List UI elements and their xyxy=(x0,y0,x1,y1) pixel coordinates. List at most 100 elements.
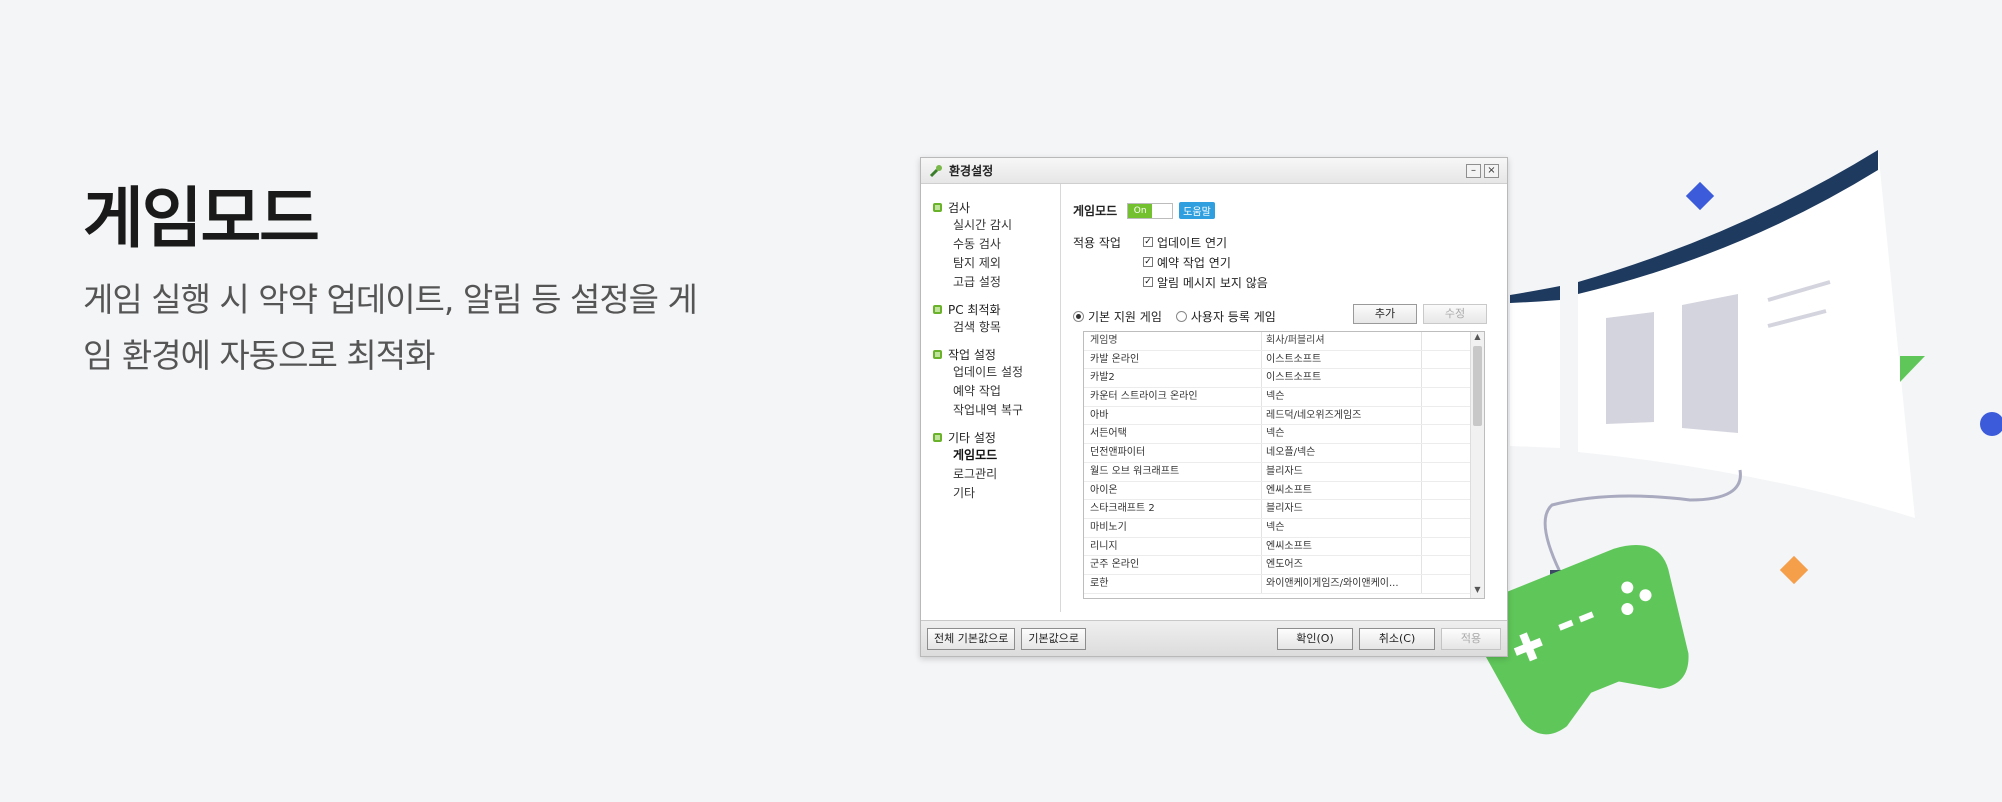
dialog-titlebar: 환경설정 – × xyxy=(921,158,1507,184)
table-row[interactable]: 카운터 스트라이크 온라인 넥슨 xyxy=(1084,388,1484,407)
nav-group-label: PC 최적화 xyxy=(948,302,1001,317)
orange-diamond-shape xyxy=(1779,555,1809,585)
game-name-cell: 서든어택 xyxy=(1084,425,1262,444)
nav-item-exclusion[interactable]: 탐지 제외 xyxy=(921,254,1060,273)
game-name-cell: 군주 온라인 xyxy=(1084,556,1262,574)
nav-item-restore-history[interactable]: 작업내역 복구 xyxy=(921,401,1060,420)
nav-item-manual-scan[interactable]: 수동 검사 xyxy=(921,235,1060,254)
game-list: 게임명 회사/퍼블리셔 카발 온라인 이스트소프트 카발2 이스트소프트 카운터 스트라… xyxy=(1083,331,1485,599)
nav-item-update-settings[interactable]: 업데이트 설정 xyxy=(921,363,1060,382)
apply-tasks-label: 적용 작업 xyxy=(1073,236,1121,250)
publisher-cell: 레드덕/네오위즈게임즈 xyxy=(1262,406,1422,425)
wrench-icon xyxy=(929,164,942,177)
table-row[interactable]: 카발 온라인 이스트소프트 xyxy=(1084,350,1484,370)
game-mode-label: 게임모드 xyxy=(1073,204,1118,218)
game-name-cell: 리니지 xyxy=(1084,537,1262,556)
edit-game-button[interactable]: 수정 xyxy=(1423,304,1487,324)
publisher-cell: 이스트소프트 xyxy=(1262,350,1422,369)
nav-group-header[interactable]: PC 최적화 xyxy=(921,300,1060,318)
check-label: 예약 작업 연기 xyxy=(1157,255,1231,270)
game-mode-toggle[interactable]: On xyxy=(1127,202,1174,219)
check-delay-update[interactable]: ✓ 업데이트 연기 xyxy=(1143,232,1268,252)
table-row[interactable]: 던전앤파이터 네오플/넥슨 xyxy=(1084,444,1484,463)
publisher-cell: 엔씨소프트 xyxy=(1262,481,1422,500)
nav-group-header[interactable]: 작업 설정 xyxy=(921,345,1060,363)
table-row[interactable]: 카발2 이스트소프트 xyxy=(1084,369,1484,389)
nav-group-tasks: 작업 설정 업데이트 설정 예약 작업 작업내역 복구 xyxy=(921,345,1060,420)
checkbox-checked-icon: ✓ xyxy=(1143,237,1153,247)
table-header-row: 게임명 회사/퍼블리셔 xyxy=(1084,332,1484,351)
column-header-publisher[interactable]: 회사/퍼블리셔 xyxy=(1262,332,1422,350)
nav-item-advanced[interactable]: 고급 설정 xyxy=(921,273,1060,292)
table-row[interactable]: 서든어택 넥슨 xyxy=(1084,425,1484,445)
add-game-button[interactable]: 추가 xyxy=(1353,304,1417,324)
nav-group-label: 기타 설정 xyxy=(948,430,996,445)
table-row[interactable]: 아바 레드덕/네오위즈게임즈 xyxy=(1084,406,1484,426)
scroll-down-icon[interactable]: ▼ xyxy=(1471,585,1484,598)
game-name-cell: 아바 xyxy=(1084,406,1262,425)
nav-bullet-icon xyxy=(933,304,942,314)
nav-group-label: 작업 설정 xyxy=(948,347,996,362)
scroll-up-icon[interactable]: ▲ xyxy=(1471,332,1484,345)
table-row[interactable]: 아이온 엔씨소프트 xyxy=(1084,481,1484,501)
nav-group-header[interactable]: 검사 xyxy=(921,198,1060,216)
curved-screen-illustration xyxy=(1510,150,1915,518)
cable-plug xyxy=(1550,570,1568,584)
settings-nav: 검사 실시간 감시 수동 검사 탐지 제외 고급 설정 PC 최적화 검색 항목… xyxy=(921,184,1061,612)
publisher-cell: 넥슨 xyxy=(1262,425,1422,444)
table-row[interactable]: 리니지 엔씨소프트 xyxy=(1084,537,1484,557)
publisher-cell: 와이앤케이게임즈/와이앤케이... xyxy=(1262,574,1422,593)
table-row[interactable]: 군주 온라인 엔도어즈 xyxy=(1084,556,1484,575)
publisher-cell: 엔도어즈 xyxy=(1262,556,1422,574)
publisher-cell: 넥슨 xyxy=(1262,518,1422,537)
apply-button[interactable]: 적용 xyxy=(1441,627,1501,650)
column-header-name[interactable]: 게임명 xyxy=(1084,332,1262,350)
blue-circle-shape xyxy=(1980,412,2002,436)
cancel-button[interactable]: 취소(C) xyxy=(1359,627,1435,650)
check-label: 알림 메시지 보지 않음 xyxy=(1157,275,1268,290)
help-button[interactable]: 도움말 xyxy=(1179,202,1215,219)
nav-group-pc-optimize: PC 최적화 검색 항목 xyxy=(921,300,1060,337)
radio-selected-icon xyxy=(1073,311,1084,322)
radio-user-games[interactable]: 사용자 등록 게임 xyxy=(1175,308,1276,325)
game-name-cell: 아이온 xyxy=(1084,481,1262,500)
nav-bullet-icon xyxy=(933,202,942,212)
dialog-footer: 전체 기본값으로 기본값으로 확인(O) 취소(C) 적용 xyxy=(921,620,1507,656)
game-mode-panel: 게임모드 On 도움말 적용 작업 ✓ 업데이트 연기 ✓ 예약 작업 연기 ✓ 알림… xyxy=(1073,184,1495,612)
radio-label: 사용자 등록 게임 xyxy=(1190,310,1276,324)
nav-item-scheduled-task[interactable]: 예약 작업 xyxy=(921,382,1060,401)
radio-unselected-icon xyxy=(1175,311,1187,322)
check-hide-alerts[interactable]: ✓ 알림 메시지 보지 않음 xyxy=(1143,272,1268,292)
cable-line xyxy=(1543,469,1742,573)
game-name-cell: 카발 온라인 xyxy=(1084,350,1262,369)
publisher-cell: 넥슨 xyxy=(1262,388,1422,406)
table-row[interactable]: 스타크래프트 2 블리자드 xyxy=(1084,500,1484,519)
table-row[interactable]: 마비노기 넥슨 xyxy=(1084,518,1484,538)
nav-item-search-items[interactable]: 검색 항목 xyxy=(921,318,1060,337)
publisher-cell: 블리자드 xyxy=(1262,500,1422,518)
nav-item-log[interactable]: 로그관리 xyxy=(921,465,1060,484)
ok-button[interactable]: 확인(O) xyxy=(1277,627,1353,650)
blue-diamond-shape xyxy=(1685,181,1715,211)
radio-label: 기본 지원 게임 xyxy=(1088,310,1162,324)
nav-bullet-icon xyxy=(933,432,942,442)
check-delay-scheduled[interactable]: ✓ 예약 작업 연기 xyxy=(1143,252,1268,272)
scroll-thumb[interactable] xyxy=(1473,346,1482,426)
reset-button[interactable]: 기본값으로 xyxy=(1021,627,1086,650)
nav-group-scan: 검사 실시간 감시 수동 검사 탐지 제외 고급 설정 xyxy=(921,198,1060,292)
table-row[interactable]: 월드 오브 워크래프트 블리자드 xyxy=(1084,462,1484,482)
publisher-cell: 네오플/넥슨 xyxy=(1262,444,1422,462)
nav-item-etc[interactable]: 기타 xyxy=(921,484,1060,503)
apply-tasks-checklist: ✓ 업데이트 연기 ✓ 예약 작업 연기 ✓ 알림 메시지 보지 않음 xyxy=(1143,232,1268,292)
green-triangle-shape xyxy=(1900,356,1925,382)
close-button[interactable]: × xyxy=(1484,163,1499,178)
nav-item-realtime[interactable]: 실시간 감시 xyxy=(921,216,1060,235)
nav-group-header[interactable]: 기타 설정 xyxy=(921,428,1060,446)
toggle-on-label: On xyxy=(1128,203,1153,218)
radio-default-games[interactable]: 기본 지원 게임 xyxy=(1073,308,1162,325)
nav-item-game-mode[interactable]: 게임모드 xyxy=(921,446,1060,465)
reset-all-button[interactable]: 전체 기본값으로 xyxy=(927,627,1016,650)
table-row[interactable]: 로한 와이앤케이게임즈/와이앤케이... xyxy=(1084,574,1484,594)
minimize-button[interactable]: – xyxy=(1466,163,1481,178)
list-scrollbar[interactable]: ▲ ▼ xyxy=(1470,332,1484,598)
